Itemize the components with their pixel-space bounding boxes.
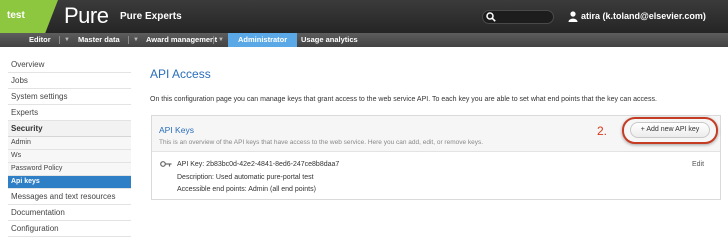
edit-link[interactable]: Edit: [692, 161, 704, 168]
api-key-description: Description: Used automatic pure-portal …: [177, 174, 314, 181]
step-annotation: 2.: [597, 124, 608, 138]
sidebar-item-ws[interactable]: Ws: [8, 150, 131, 163]
sidebar-item-configuration[interactable]: Configuration: [8, 221, 131, 237]
chevron-down-icon[interactable]: ▼: [218, 37, 224, 43]
tab-usage-analytics[interactable]: Usage analytics: [301, 33, 358, 47]
api-key-value: API Key: 2b83bc0d-42e2-4841-8ed6-247ce8b…: [177, 161, 340, 168]
sidebar-item-experts[interactable]: Experts: [8, 105, 131, 121]
main-nav: Editor ▼ Master data ▼ Award management …: [0, 33, 728, 47]
key-icon: [160, 161, 172, 167]
tab-divider: [59, 36, 60, 44]
tab-master-data[interactable]: Master data: [78, 33, 120, 47]
search-icon[interactable]: [486, 12, 496, 22]
user-menu[interactable]: atira (k.toland@elsevier.com): [581, 11, 706, 21]
sidebar-item-password-policy[interactable]: Password Policy: [8, 163, 131, 176]
api-key-endpoints: Accessible end points: Admin (all end po…: [177, 186, 316, 193]
tab-award-management[interactable]: Award management: [146, 33, 217, 47]
tab-divider: [128, 36, 129, 44]
pure-logo[interactable]: Pure: [64, 4, 109, 28]
chevron-down-icon[interactable]: ▼: [64, 37, 70, 43]
tab-administrator[interactable]: Administrator: [228, 33, 298, 47]
sidebar-item-system-settings[interactable]: System settings: [8, 89, 131, 105]
add-api-key-button[interactable]: + Add new API key: [630, 122, 710, 138]
sidebar-item-admin[interactable]: Admin: [8, 137, 131, 150]
page-intro: On this configuration page you can manag…: [150, 96, 657, 103]
sidebar-item-documentation[interactable]: Documentation: [8, 205, 131, 221]
top-bar: test Pure Pure Experts atira (k.toland@e…: [0, 0, 728, 33]
chevron-down-icon[interactable]: ▼: [133, 37, 139, 43]
sidebar-item-overview[interactable]: Overview: [8, 57, 131, 73]
page-title: API Access: [150, 67, 211, 81]
user-icon: [568, 11, 578, 22]
site-name: Pure Experts: [120, 11, 182, 22]
sidebar: Overview Jobs System settings Experts Se…: [8, 57, 131, 237]
panel-title: API Keys: [159, 125, 194, 135]
panel-description: This is an overview of the API keys that…: [159, 139, 484, 146]
app-window: test Pure Pure Experts atira (k.toland@e…: [0, 0, 728, 249]
tab-editor[interactable]: Editor: [29, 33, 51, 47]
environment-label: test: [7, 10, 25, 21]
sidebar-item-api-keys[interactable]: Api keys: [8, 176, 131, 189]
tab-divider: [213, 36, 214, 44]
sidebar-item-messages[interactable]: Messages and text resources: [8, 189, 131, 205]
sidebar-item-jobs[interactable]: Jobs: [8, 73, 131, 89]
sidebar-item-security[interactable]: Security: [8, 121, 131, 137]
